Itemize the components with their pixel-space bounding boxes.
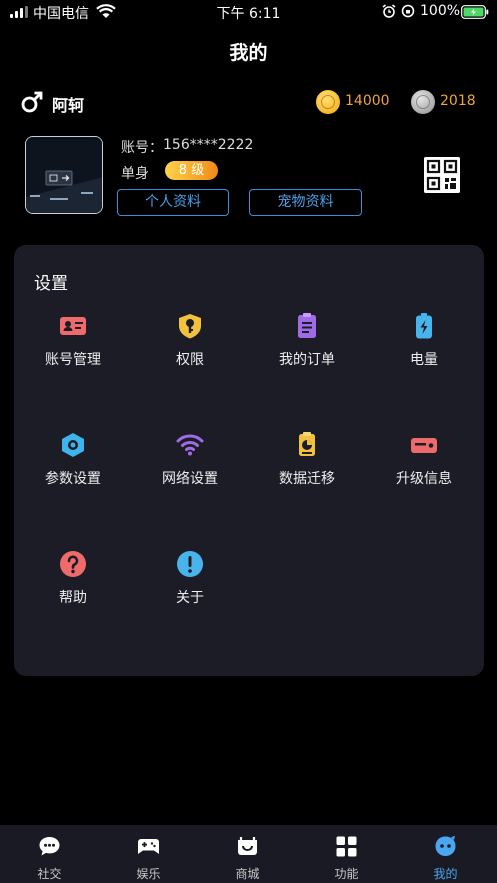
tab-label: 我的 — [433, 867, 458, 881]
setting-upgrade-info[interactable]: 升级信息 — [365, 427, 483, 507]
male-gender-icon — [21, 91, 43, 113]
settings-panel: 设置 账号管理 权限 我的订单 电量 参数设置 网络设置 数据迁移 升级信息 帮… — [14, 245, 484, 676]
page-title: 我的 — [229, 42, 268, 64]
avatar[interactable] — [25, 136, 103, 214]
setting-battery[interactable]: 电量 — [365, 308, 483, 388]
setting-network[interactable]: 网络设置 — [131, 427, 249, 507]
setting-label: 账号管理 — [45, 352, 101, 368]
setting-label: 关于 — [176, 590, 204, 606]
tab-mine[interactable]: 我的 — [396, 825, 495, 883]
setting-permissions[interactable]: 权限 — [131, 308, 249, 388]
tab-store[interactable]: 商城 — [198, 825, 297, 883]
upgrade-info-icon — [411, 438, 437, 453]
alarm-icon — [382, 4, 396, 18]
setting-label: 网络设置 — [162, 471, 218, 487]
tab-label: 功能 — [334, 867, 359, 881]
setting-my-orders[interactable]: 我的订单 — [248, 308, 366, 388]
account-label: 账号： — [121, 140, 163, 156]
setting-label: 电量 — [410, 352, 438, 368]
tab-label: 社交 — [37, 867, 62, 881]
setting-account-management[interactable]: 账号管理 — [14, 308, 132, 388]
help-icon — [60, 551, 86, 577]
profile-face-icon — [435, 835, 456, 856]
setting-data-migration[interactable]: 数据迁移 — [248, 427, 366, 507]
tab-functions[interactable]: 功能 — [297, 825, 396, 883]
about-icon — [177, 551, 203, 577]
settings-title: 设置 — [34, 274, 68, 294]
avatar-photo — [26, 137, 102, 213]
setting-parameters[interactable]: 参数设置 — [14, 427, 132, 507]
clipboard-icon — [298, 313, 316, 338]
chat-bubble-icon — [39, 837, 60, 856]
store-icon — [238, 837, 257, 855]
setting-label: 升级信息 — [396, 471, 452, 487]
key-shield-icon — [179, 314, 201, 339]
battery-percent: 100% — [420, 3, 461, 19]
tab-label: 商城 — [235, 867, 260, 881]
level-badge: 8 级 — [165, 161, 218, 180]
data-transfer-icon — [299, 432, 315, 456]
gamepad-icon — [138, 839, 159, 854]
battery-icon — [461, 5, 489, 19]
gold-coin-icon — [316, 90, 340, 114]
setting-label: 参数设置 — [45, 471, 101, 487]
personal-info-button[interactable]: 个人资料 — [117, 189, 229, 216]
account-number: 156****2222 — [163, 137, 254, 153]
setting-label: 帮助 — [59, 590, 87, 606]
wifi-icon — [176, 434, 204, 456]
grid-icon — [336, 836, 357, 857]
tab-label: 娱乐 — [136, 867, 161, 881]
setting-about[interactable]: 关于 — [131, 546, 249, 626]
pet-info-button[interactable]: 宠物资料 — [249, 189, 362, 216]
setting-label: 我的订单 — [279, 352, 335, 368]
bottom-tab-bar: 社交 娱乐 商城 功能 我的 — [0, 825, 497, 883]
battery-charge-icon — [416, 313, 432, 339]
setting-label: 数据迁移 — [279, 471, 335, 487]
rotation-lock-icon — [401, 4, 415, 18]
silver-coin-value: 2018 — [440, 93, 476, 109]
setting-label: 权限 — [176, 352, 204, 368]
hex-settings-icon — [62, 433, 84, 457]
silver-coin-icon — [411, 90, 435, 114]
status-bar: 中国电信 下午 6:11 100% — [0, 0, 497, 24]
tab-social[interactable]: 社交 — [0, 825, 99, 883]
setting-help[interactable]: 帮助 — [14, 546, 132, 626]
id-card-icon — [60, 317, 86, 335]
tab-entertainment[interactable]: 娱乐 — [99, 825, 198, 883]
username: 阿轲 — [52, 96, 85, 115]
qr-code-icon[interactable] — [424, 157, 460, 193]
gold-coin-value: 14000 — [345, 93, 390, 109]
relationship-status: 单身 — [121, 166, 149, 182]
